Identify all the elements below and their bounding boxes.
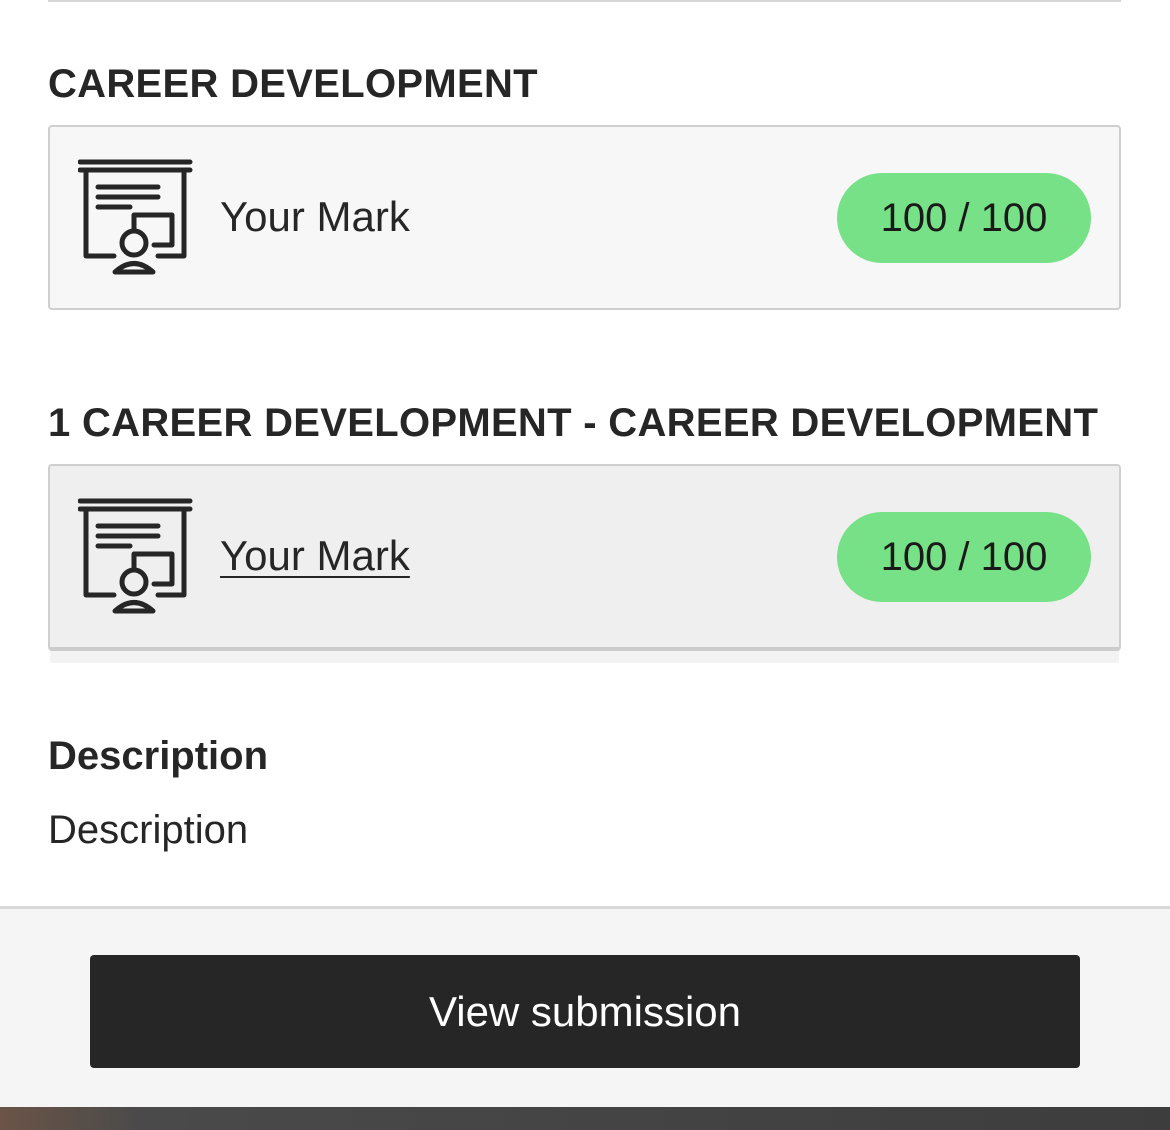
footer-bar: View submission: [0, 906, 1170, 1107]
presentation-board-icon: [78, 498, 193, 614]
score-badge: 100 / 100: [837, 512, 1091, 602]
description-heading: Description: [48, 734, 269, 778]
description-text: Description: [48, 808, 249, 852]
your-mark-label: Your Mark: [220, 193, 410, 240]
section-heading-career-development: CAREER DEVELOPMENT: [48, 62, 538, 106]
top-divider: [48, 0, 1121, 2]
mark-card-active[interactable]: Your Mark 100 / 100: [48, 464, 1121, 651]
presentation-board-icon: [78, 159, 193, 275]
bottom-strip: [0, 1107, 1170, 1130]
section-heading-1-career-development: 1 CAREER DEVELOPMENT - CAREER DEVELOPMEN…: [48, 401, 1099, 445]
view-submission-button[interactable]: View submission: [90, 955, 1080, 1068]
your-mark-link[interactable]: Your Mark: [220, 532, 410, 580]
mark-card: Your Mark 100 / 100: [48, 125, 1121, 310]
score-badge: 100 / 100: [837, 173, 1091, 263]
